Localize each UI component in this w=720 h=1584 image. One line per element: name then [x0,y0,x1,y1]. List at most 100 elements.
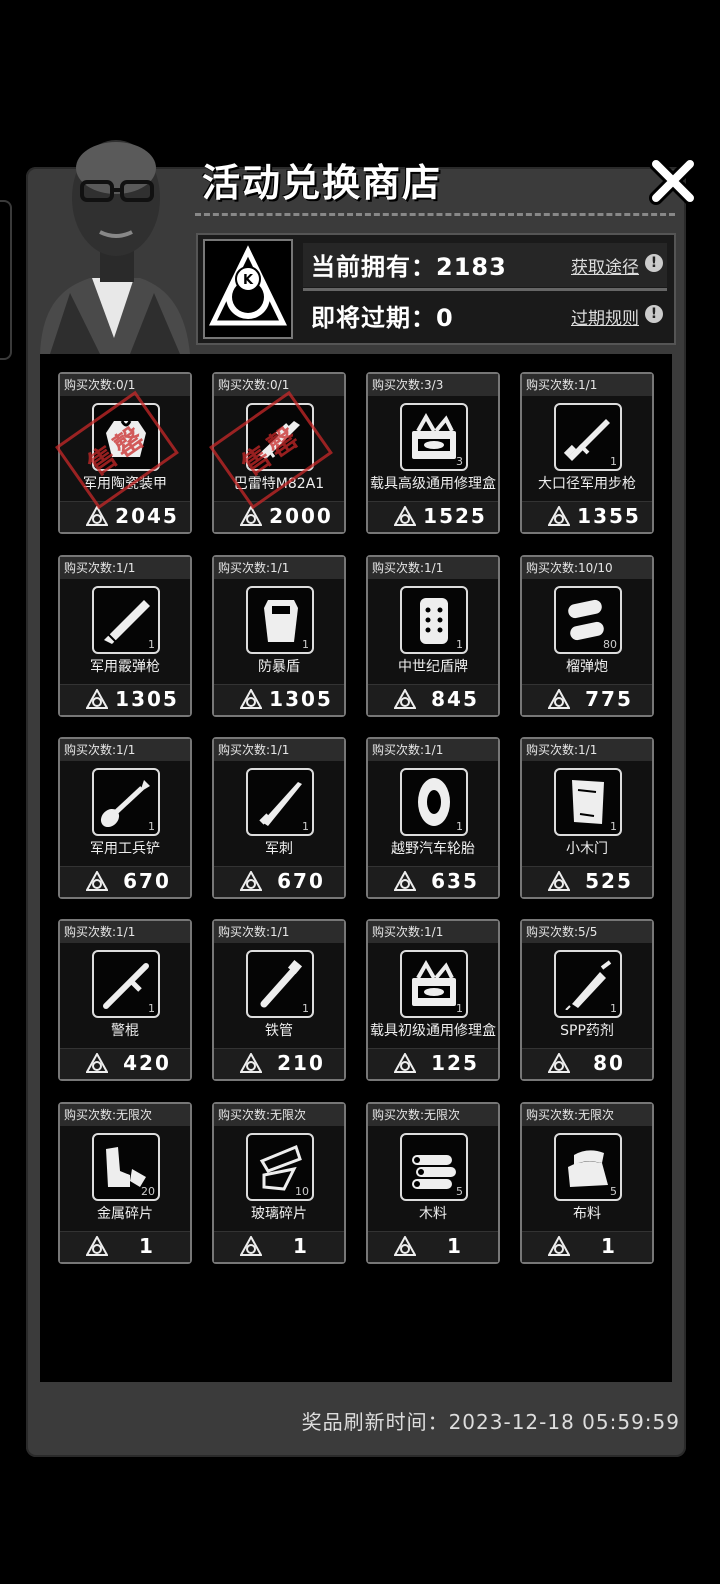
price-bar: 1355 [522,501,652,532]
owned-amount: 当前拥有：2183 [311,253,507,281]
shop-item-card[interactable]: 购买次数:1/1 1 警棍 420 [58,919,192,1081]
item-quantity: 1 [302,638,309,651]
purchase-count: 购买次数:无限次 [64,1108,153,1122]
shop-item-card[interactable]: 购买次数:无限次 20 金属碎片 1 [58,1102,192,1264]
purchase-count: 购买次数:1/1 [64,743,136,757]
price-bar: 525 [522,866,652,897]
price-bar: 1 [214,1231,344,1262]
item-icon-frame: 1 [554,768,622,836]
item-name: SPP药剂 [560,1023,614,1039]
item-icon-frame: 1 [554,403,622,471]
shop-item-card[interactable]: 购买次数:10/10 80 榴弹炮 775 [520,555,654,717]
side-edge-tab[interactable] [0,200,12,360]
item-name: 布料 [573,1206,601,1222]
medieval-shield-icon [420,598,448,644]
item-quantity: 5 [610,1185,617,1198]
shop-item-card[interactable]: 购买次数:1/1 1 军用工兵铲 670 [58,737,192,899]
shop-item-card[interactable]: 购买次数:无限次 10 玻璃碎片 1 [212,1102,346,1264]
get-method-link[interactable]: 获取途径 [571,253,639,278]
price-bar: 1525 [368,501,498,532]
item-price: 1 [293,1234,309,1258]
shop-item-card[interactable]: 购买次数:1/1 1 小木门 525 [520,737,654,899]
price-bar: 670 [60,866,190,897]
item-price: 2045 [115,504,179,528]
shop-item-card[interactable]: 购买次数:0/1 巴雷特M82A1 2000 售罄 [209,372,346,534]
expire-rules-link[interactable]: 过期规则 [571,304,639,329]
riot-shield-icon [264,600,298,642]
item-icon-frame: 20 [92,1133,160,1201]
item-icon-frame: 1 [554,950,622,1018]
price-bar: 1 [522,1231,652,1262]
shop-item-card[interactable]: 购买次数:1/1 1 军用霰弹枪 1305 [58,555,192,717]
purchase-count: 购买次数:1/1 [218,561,290,575]
shop-item-card[interactable]: 购买次数:无限次 5 布料 1 [520,1102,654,1264]
item-quantity: 1 [610,1002,617,1015]
purchase-count: 购买次数:0/1 [64,378,136,392]
shop-item-card[interactable]: 购买次数:1/1 1 军刺 670 [212,737,346,899]
shop-title: 活动兑换商店 [202,161,443,205]
item-quantity: 10 [295,1185,309,1198]
item-price: 1 [447,1234,463,1258]
shop-item-card[interactable]: 购买次数:1/1 1 防暴盾 1305 [212,555,346,717]
purchase-count: 购买次数:无限次 [526,1108,615,1122]
purchase-count: 购买次数:1/1 [218,743,290,757]
item-price: 1 [601,1234,617,1258]
info-icon[interactable]: ! [645,254,663,272]
purchase-count: 购买次数:10/10 [526,561,613,575]
price-bar: 420 [60,1048,190,1079]
item-price: 1305 [115,687,179,711]
item-price: 1305 [269,687,333,711]
item-icon-frame: 1 [400,768,468,836]
purchase-limit-bar: 购买次数:5/5 [522,921,652,943]
shop-item-card[interactable]: 购买次数:1/1 1 载具初级通用修理盒 125 [366,919,500,1081]
syringe-icon [565,960,612,1010]
item-quantity: 20 [141,1185,155,1198]
token-emblem-icon: K [209,245,287,326]
purchase-limit-bar: 购买次数:0/1 [60,374,190,396]
item-icon-frame: 5 [554,1133,622,1201]
purchase-count: 购买次数:0/1 [218,378,290,392]
item-icon-frame: 1 [92,950,160,1018]
item-quantity: 1 [456,820,463,833]
item-icon-frame: 1 [92,586,160,654]
info-icon[interactable]: ! [645,305,663,323]
shop-item-card[interactable]: 购买次数:5/5 1 SPP药剂 80 [520,919,654,1081]
purchase-limit-bar: 购买次数:1/1 [368,739,498,761]
item-name: 大口径军用步枪 [538,476,636,492]
price-bar: 845 [368,684,498,715]
cloth-icon [568,1150,608,1187]
purchase-limit-bar: 购买次数:1/1 [214,921,344,943]
item-quantity: 1 [456,1002,463,1015]
shop-item-card[interactable]: 购买次数:无限次 5 木料 1 [366,1102,500,1264]
purchase-limit-bar: 购买次数:3/3 [368,374,498,396]
shop-item-card[interactable]: 购买次数:1/1 1 中世纪盾牌 845 [366,555,500,717]
purchase-limit-bar: 购买次数:1/1 [368,921,498,943]
item-price: 125 [431,1051,479,1075]
rifle-icon [563,419,610,461]
owned-row: 当前拥有：2183 获取途径 ! [303,243,667,287]
price-bar: 1305 [214,684,344,715]
purchase-count: 购买次数:1/1 [372,561,444,575]
currency-emblem: K [203,239,293,339]
wooden-door-icon [572,780,604,824]
shop-item-card[interactable]: 购买次数:1/1 1 铁管 210 [212,919,346,1081]
shop-item-card[interactable]: 购买次数:1/1 1 越野汽车轮胎 635 [366,737,500,899]
purchase-count: 购买次数:5/5 [526,925,598,939]
item-icon-frame: 10 [246,1133,314,1201]
price-bar: 210 [214,1048,344,1079]
item-name: 木料 [419,1206,447,1222]
purchase-count: 购买次数:无限次 [218,1108,307,1122]
item-quantity: 1 [148,820,155,833]
price-bar: 670 [214,866,344,897]
price-bar: 125 [368,1048,498,1079]
shop-item-card[interactable]: 购买次数:3/3 3 载具高级通用修理盒 1525 [366,372,500,534]
shop-item-card[interactable]: 购买次数:0/1 军用陶瓷装甲 2045 售罄 [55,372,192,534]
item-price: 1 [139,1234,155,1258]
close-icon[interactable] [648,156,698,206]
price-bar: 2045 [60,501,190,532]
info-divider [303,288,667,291]
item-price: 2000 [269,504,333,528]
item-icon-frame: 1 [400,950,468,1018]
purchase-limit-bar: 购买次数:1/1 [214,739,344,761]
shop-item-card[interactable]: 购买次数:1/1 1 大口径军用步枪 1355 [520,372,654,534]
